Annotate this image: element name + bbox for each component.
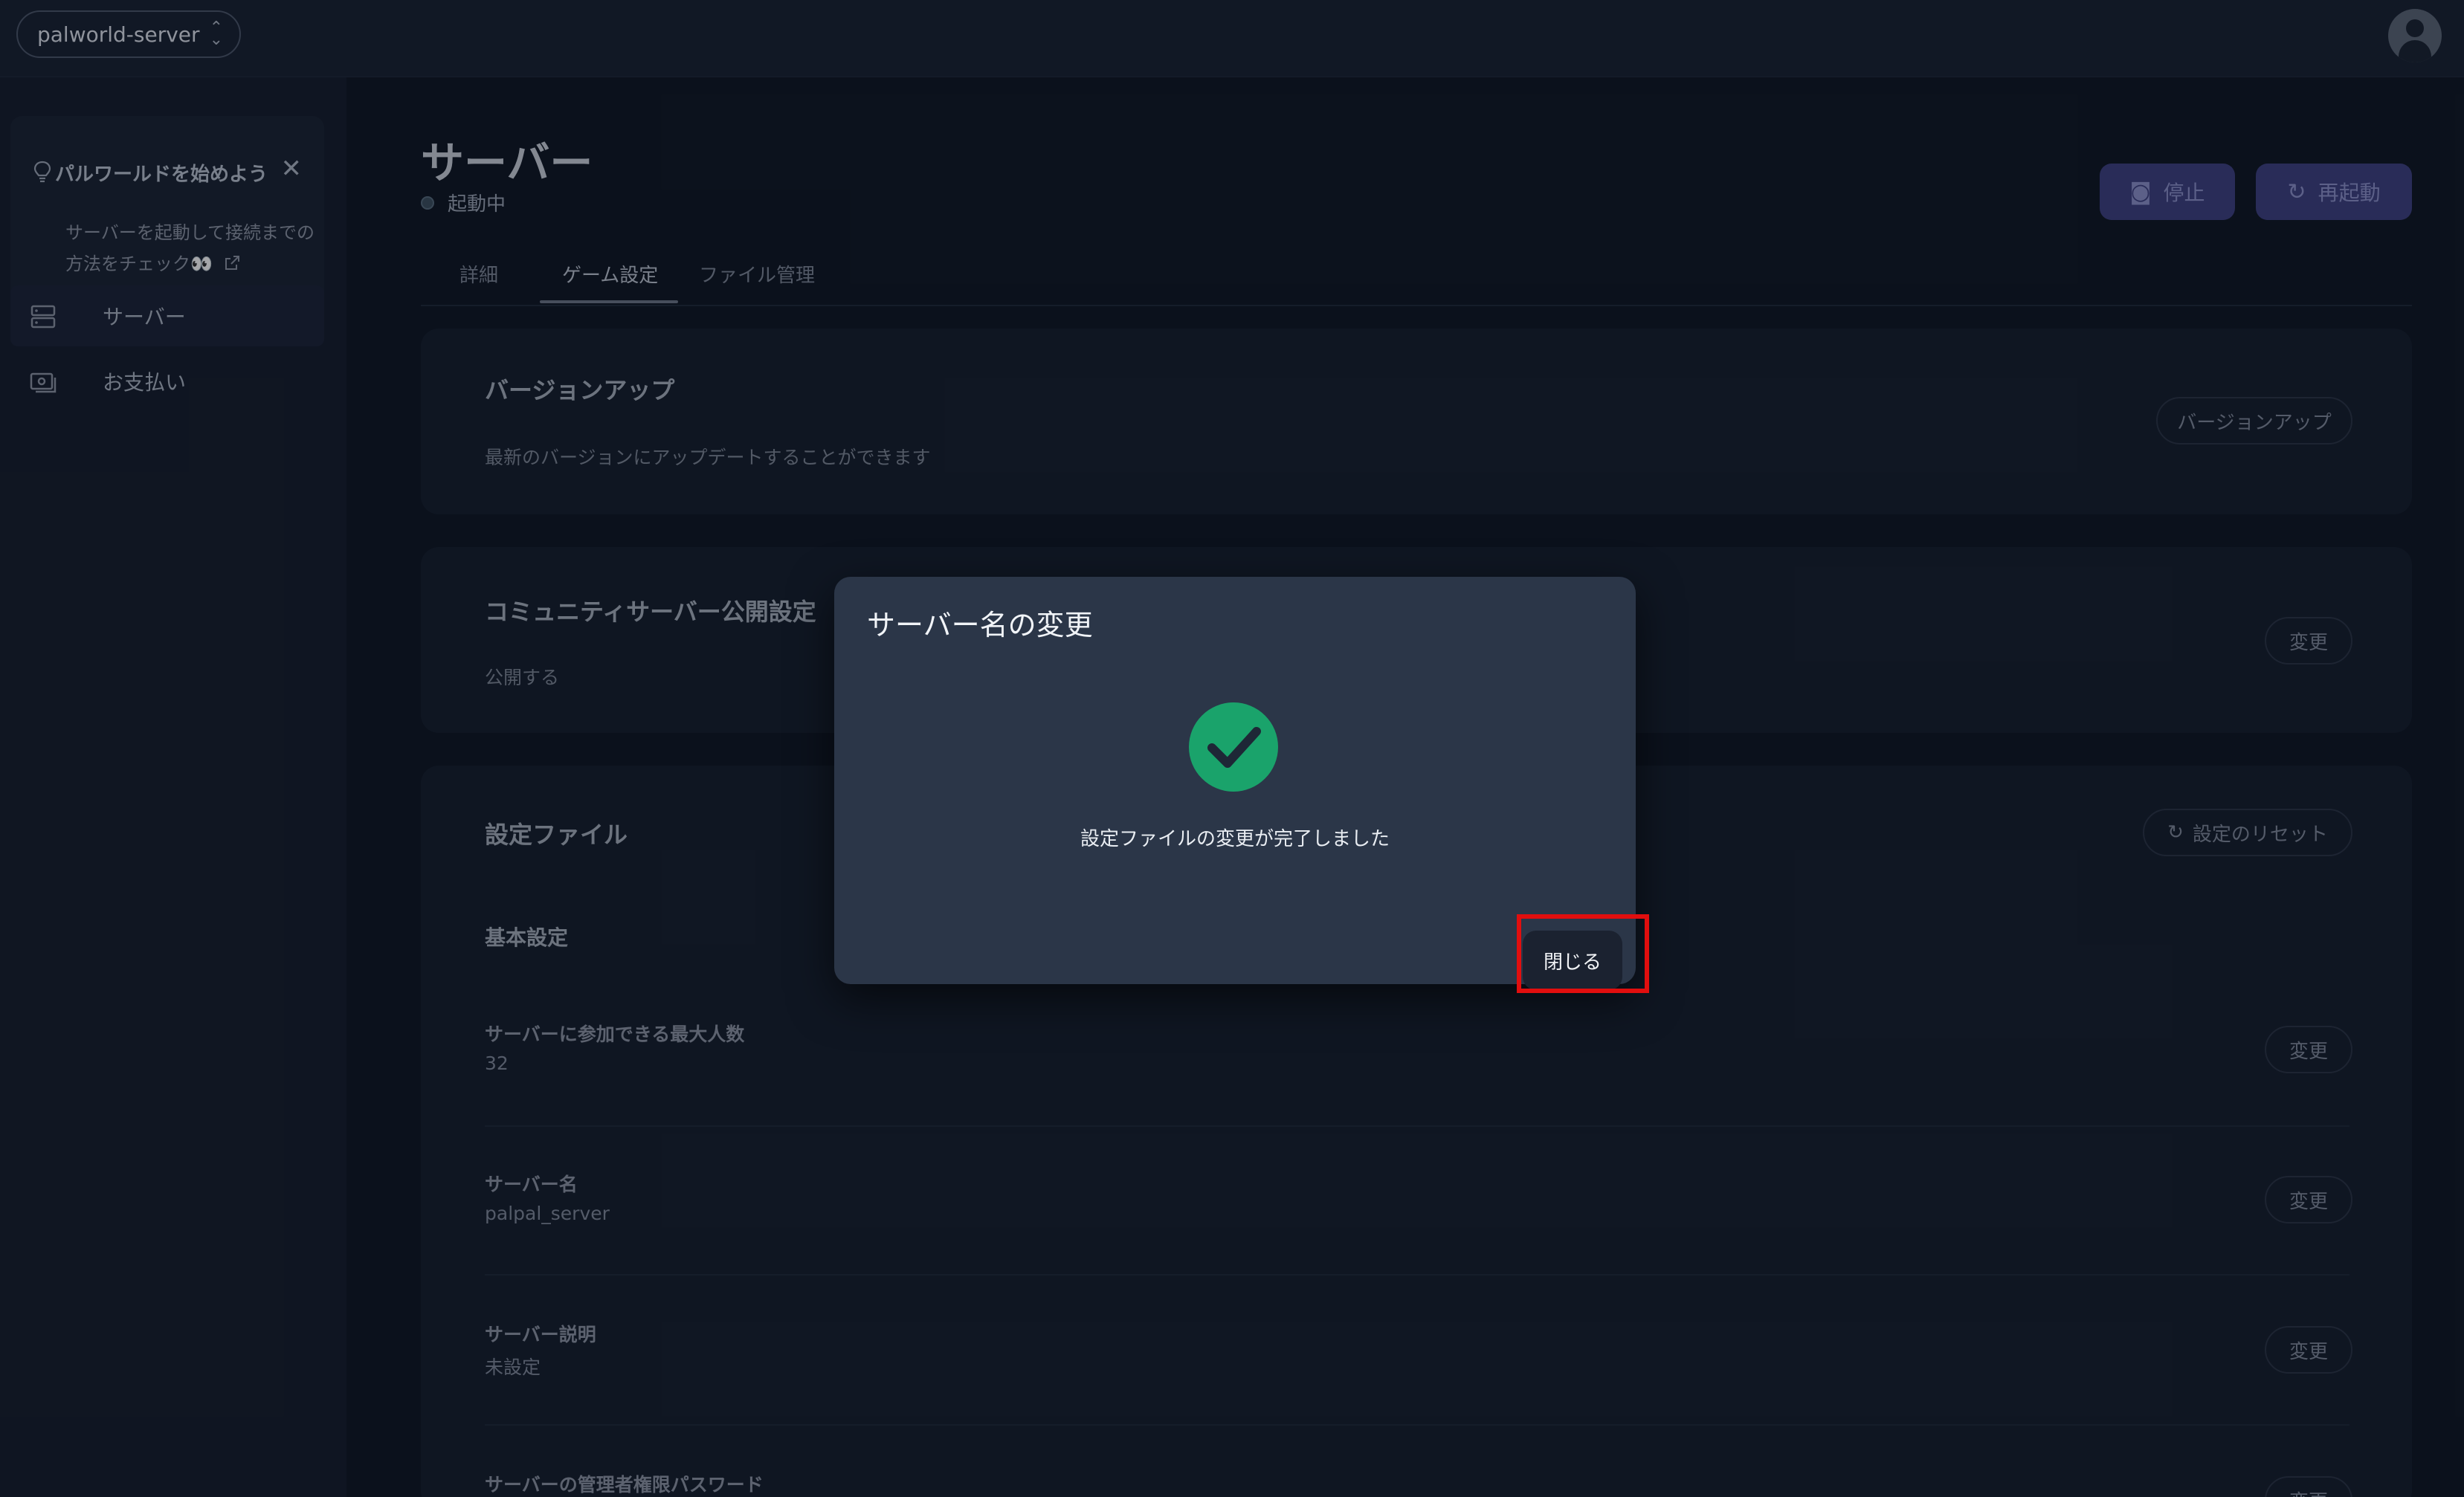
highlight-frame (1517, 914, 1649, 993)
rename-server-dialog: サーバー名の変更 設定ファイルの変更が完了しました 閉じる (834, 577, 1636, 990)
success-check-icon (1189, 702, 1278, 792)
dialog-title: サーバー名の変更 (867, 609, 1093, 641)
dialog-message: 設定ファイルの変更が完了しました (1080, 828, 1390, 850)
